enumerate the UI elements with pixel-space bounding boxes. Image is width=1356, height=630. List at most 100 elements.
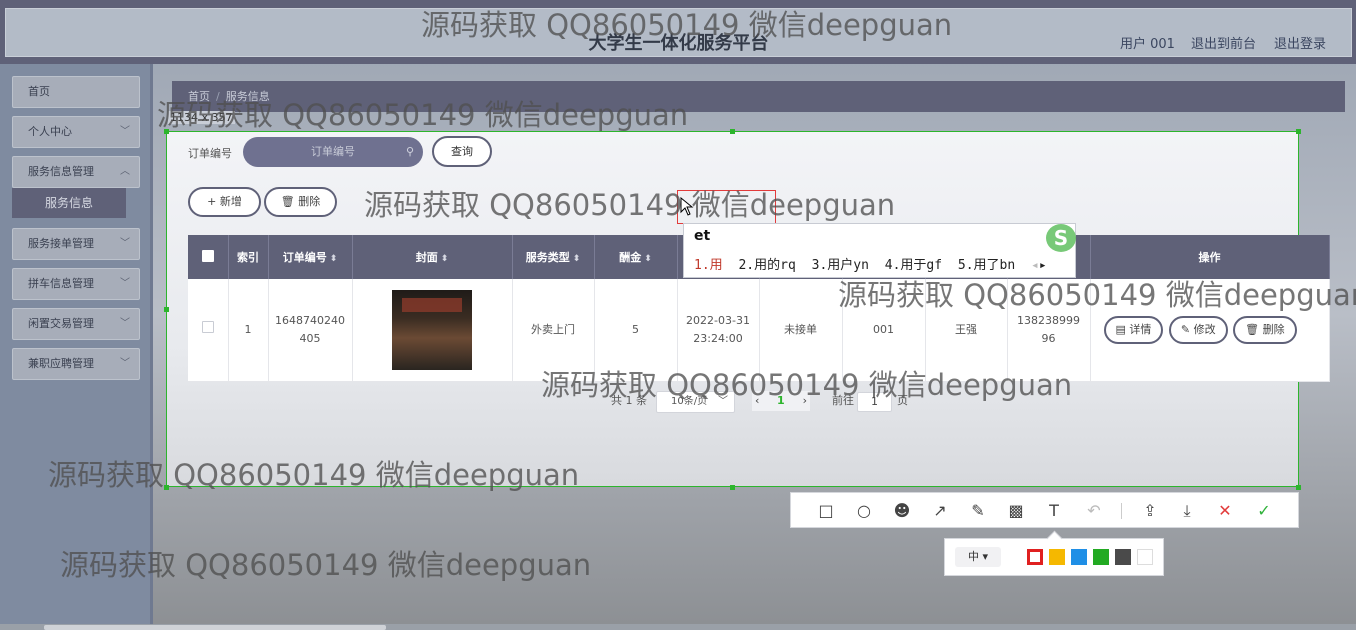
mosaic-brush-tool-icon[interactable]: ☻ [891,500,913,522]
cell-reward: 5 [594,279,678,382]
delete-button-label: 删除 [298,195,321,208]
sidebar-item-parttime-management[interactable]: 兼职应聘管理 ﹀ [12,348,140,380]
sidebar: 首页 个人中心 ﹀ 服务信息管理 ︿ 服务信息 服务接单管理 ﹀ 拼车信息管理 … [0,64,153,630]
pager-navigation: ‹ 1 › [752,391,810,411]
column-header-cover[interactable]: 封面 ⬍ [352,235,513,279]
row-checkbox[interactable] [201,321,214,333]
horizontal-scrollbar-thumb[interactable] [44,625,386,630]
text-tool-icon[interactable]: T [1043,500,1065,522]
row-checkbox-cell[interactable] [188,279,229,382]
edit-button[interactable]: ✎ 修改 [1168,316,1228,344]
sidebar-item-personal-center[interactable]: 个人中心 ﹀ [12,116,140,148]
column-header-label: 服务类型 [525,251,570,264]
detail-button-label: 详情 [1129,323,1152,336]
prev-page-icon[interactable]: ‹ [755,391,759,411]
confirm-icon[interactable]: ✓ [1253,500,1275,522]
sidebar-item-label: 兼职应聘管理 [28,357,94,370]
sidebar-item-secondhand-management[interactable]: 闲置交易管理 ﹀ [12,308,140,340]
select-all-checkbox[interactable] [201,249,214,262]
sidebar-item-label: 拼车信息管理 [28,277,94,290]
phone-line: 96 [1041,332,1056,345]
logout-link[interactable]: 退出登录 [1274,33,1326,52]
ime-candidate[interactable]: 1.用 [694,258,723,273]
color-swatch-red[interactable] [1027,549,1043,565]
cell-cover [352,279,513,382]
edit-button-label: 修改 [1193,323,1216,336]
share-icon[interactable]: ⇪ [1139,500,1161,522]
sidebar-item-service-management[interactable]: 服务信息管理 ︿ [12,156,140,188]
ime-candidate[interactable]: 5.用了bn [958,258,1015,273]
current-page[interactable]: 1 [777,391,785,411]
ime-candidates: 1.用 2.用的rq 3.用户yn 4.用于gf 5.用了bn ◂▸ [694,254,1047,273]
resize-handle[interactable] [730,485,735,490]
resize-handle[interactable] [164,307,169,312]
delete-row-button[interactable]: 🗑 删除 [1233,316,1297,344]
pager-goto-label: 前往 [832,394,854,407]
color-swatch-blue[interactable] [1071,549,1087,565]
cover-image[interactable] [392,290,472,370]
sidebar-item-home[interactable]: 首页 [12,76,140,108]
undo-icon[interactable]: ↶ [1083,500,1105,522]
header-bar: 大学生一体化服务平台 用户 001 退出到前台 退出登录 [5,8,1352,57]
pen-tool-icon[interactable]: ✎ [967,500,989,522]
sidebar-item-order-management[interactable]: 服务接单管理 ﹀ [12,228,140,260]
delete-row-button-label: 删除 [1262,323,1285,336]
column-header-service-type[interactable]: 服务类型 ⬍ [512,235,595,279]
cancel-icon[interactable]: ✕ [1214,500,1236,522]
sort-icon[interactable]: ⬍ [441,254,449,264]
detail-button[interactable]: ▤ 详情 [1103,316,1164,344]
sidebar-item-label: 个人中心 [28,125,72,138]
ime-prev-icon[interactable]: ◂ [1031,258,1039,273]
color-swatch-white[interactable] [1137,549,1153,565]
sidebar-subitem-service-info[interactable]: 服务信息 [12,188,126,218]
page-jump-input[interactable]: 1 [857,392,892,412]
ime-next-icon[interactable]: ▸ [1039,258,1047,273]
resize-handle[interactable] [164,129,169,134]
color-swatch-yellow[interactable] [1049,549,1065,565]
sort-icon[interactable]: ⬍ [573,254,581,264]
sidebar-item-label: 服务接单管理 [28,237,94,250]
batch-delete-button[interactable]: 🗑 删除 [264,187,337,217]
breadcrumb-home[interactable]: 首页 [188,90,210,103]
sort-icon[interactable]: ⬍ [644,254,652,264]
query-button[interactable]: 查询 [432,136,492,167]
column-header-reward[interactable]: 酬金 ⬍ [594,235,678,279]
top-header: 大学生一体化服务平台 用户 001 退出到前台 退出登录 [0,0,1356,64]
resize-handle[interactable] [1296,485,1301,490]
search-label: 订单编号 [188,147,232,160]
pager-total: 共 1 条 [611,394,647,407]
ime-candidate[interactable]: 4.用于gf [885,258,942,273]
resize-handle[interactable] [164,485,169,490]
sidebar-item-carpool-management[interactable]: 拼车信息管理 ﹀ [12,268,140,300]
rectangle-tool-icon[interactable]: □ [815,500,837,522]
column-header-label: 酬金 [619,251,642,264]
mosaic-tool-icon[interactable]: ▩ [1005,500,1027,522]
font-size-value: 中 [967,550,979,563]
ime-candidate[interactable]: 2.用的rq [738,258,795,273]
resize-handle[interactable] [1296,129,1301,134]
back-to-front-link[interactable]: 退出到前台 [1191,33,1256,52]
order-number-line: 405 [299,332,321,345]
chevron-down-icon: ﹀ [120,278,130,289]
order-number-search-input[interactable]: 订单编号 ⚲ [243,137,423,167]
ime-composition: et [694,228,711,244]
column-header-order-no[interactable]: 订单编号 ⬍ [268,235,353,279]
column-header-operations: 操作 [1090,235,1330,279]
page-size-select[interactable]: 10条/页 ﹀ [656,391,735,413]
select-all-header[interactable] [188,235,229,279]
color-swatch-green[interactable] [1093,549,1109,565]
font-size-select[interactable]: 中 ▾ [955,547,1001,567]
ime-candidate[interactable]: 3.用户yn [812,258,869,273]
breadcrumb-separator: / [216,90,220,103]
next-page-icon[interactable]: › [803,391,807,411]
arrow-tool-icon[interactable]: ↗ [929,500,951,522]
sort-icon[interactable]: ⬍ [330,254,338,264]
breadcrumb-current: 服务信息 [225,90,270,103]
ellipse-tool-icon[interactable]: ○ [853,500,875,522]
user-name-link[interactable]: 用户 001 [1120,33,1175,52]
add-button[interactable]: + 新增 [188,187,261,217]
resize-handle[interactable] [730,129,735,134]
download-icon[interactable]: ⤓ [1176,500,1198,522]
color-swatch-gray[interactable] [1115,549,1131,565]
time-text: 23:24:00 [693,332,743,345]
